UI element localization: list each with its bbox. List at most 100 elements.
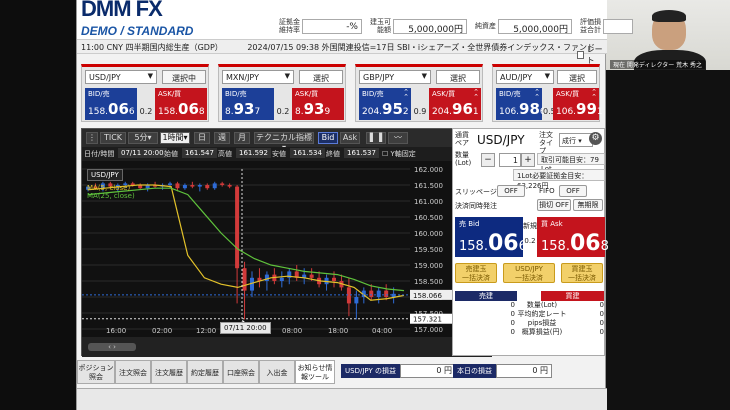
pair-select-value: AUD/JPY xyxy=(500,73,533,82)
fifo-toggle[interactable]: OFF xyxy=(559,185,587,197)
ask-label: 買 Ask xyxy=(541,220,563,228)
today-pl: 本日の損益 0 円 xyxy=(453,364,552,378)
bottom-strip xyxy=(77,388,607,410)
close-buy-button[interactable]: 買建玉 一括決済 xyxy=(561,263,603,283)
tab-positions[interactable]: ポジション照会 xyxy=(77,360,115,384)
week-button[interactable]: 週 xyxy=(214,132,230,144)
select-pair-button[interactable]: 選択中 xyxy=(162,70,206,84)
candle-body xyxy=(175,183,180,189)
checkbox-box[interactable] xyxy=(577,51,584,59)
up-arrows-icon: ⌃ ⌃ xyxy=(473,88,479,101)
bid-toggle[interactable]: Bid xyxy=(318,132,338,144)
close-sell-button[interactable]: 売建玉 一括決済 xyxy=(455,263,497,283)
chart-legend: USD/JPY MA(5, close) MA(25, close) xyxy=(87,169,135,200)
left-black-area xyxy=(0,0,76,410)
up-arrows-icon: ⌃ ⌃ xyxy=(534,88,540,101)
news-ticker[interactable]: 11:00 CNY 四半期国内総生産（GDP） 2024/07/15 09:38… xyxy=(77,40,607,54)
ask-button[interactable]: ASK/買 8.939 xyxy=(292,88,344,120)
ask-button[interactable]: ASK/買 204.961 ⌃ ⌃ xyxy=(429,88,481,120)
line-chart-icon[interactable]: 〰 xyxy=(388,132,408,144)
price-big: 95 xyxy=(382,100,403,118)
chart-scroll-row: ‹ › ⇥ xyxy=(82,337,492,357)
ask-label: ASK/買 xyxy=(295,90,319,98)
stat-available: 建玉可能額 5,000,000円 xyxy=(365,18,467,35)
select-pair-button[interactable]: 選択 xyxy=(299,70,343,84)
expiry-toggle[interactable]: 無期限 xyxy=(573,199,603,211)
ask-toggle[interactable]: Ask xyxy=(340,132,360,144)
qty-label: 数量(Lot) xyxy=(455,151,472,167)
stoploss-toggle[interactable]: 損切 OFF xyxy=(537,199,571,211)
bid-button[interactable]: BID/売 8.937 xyxy=(222,88,274,120)
close-all-button[interactable]: USD/JPY 一括決済 xyxy=(503,263,555,283)
ask-button[interactable]: ASK/買 158.068 xyxy=(155,88,207,120)
bid-button[interactable]: BID/売 204.952 ⌃ ⌃ xyxy=(359,88,411,120)
pair-select[interactable]: AUD/JPY ▼ xyxy=(496,70,554,84)
yaxis-fix-checkbox[interactable]: ☐ Y軸固定 xyxy=(382,149,416,159)
period-select[interactable]: 1時間▾ xyxy=(160,132,190,144)
technical-select[interactable]: テクニカル指標▾ xyxy=(254,132,314,152)
candle-body xyxy=(190,185,195,187)
ticker-item[interactable]: 2024/07/15 09:38 外国関連投信=17日 SBI・iシェアーズ・全… xyxy=(247,43,595,52)
ask-price: 158.068 xyxy=(537,231,609,256)
spread: 0.9 xyxy=(413,107,427,116)
qty-input[interactable]: 1 xyxy=(499,153,521,167)
pair-select-value: GBP/JPY xyxy=(363,73,395,82)
stat-unrealized: 評価損益合計 xyxy=(575,18,633,34)
slippage-toggle[interactable]: OFF xyxy=(497,185,525,197)
bid-button[interactable]: BID/売 158.066 xyxy=(85,88,137,120)
order-type-select[interactable]: 成行 ▾ xyxy=(559,133,593,147)
price-small: 6 xyxy=(128,107,135,117)
row-label: 概算損益(円) xyxy=(521,328,563,336)
sell-bid-button[interactable]: 売 Bid 158.066 xyxy=(455,217,527,257)
technical-value: テクニカル指標 xyxy=(256,133,312,142)
candlestick-icon[interactable]: ▌▐ xyxy=(366,132,386,144)
price-big: 96 xyxy=(452,100,473,118)
sell-cell: 0 xyxy=(510,319,515,327)
qty-minus-button[interactable]: − xyxy=(481,153,495,167)
qty-plus-button[interactable]: + xyxy=(521,153,535,167)
price-main: 204. xyxy=(432,107,453,117)
pair-select[interactable]: MXN/JPY ▼ xyxy=(222,70,294,84)
y-tick-label: 157.000 xyxy=(414,326,443,334)
bid-button[interactable]: BID/売 106.986 ⌃ ⌃ xyxy=(496,88,546,120)
gear-icon[interactable]: ⚙ xyxy=(589,132,602,145)
tab-account[interactable]: 口座照会 xyxy=(223,360,259,384)
open-value: 161.547 xyxy=(182,148,217,158)
panel-gbpjpy: GBP/JPY ▼ 選択 BID/売 204.952 ⌃ ⌃ 0.9 ASK/買 204.… xyxy=(355,64,483,122)
ticker-item[interactable]: 11:00 CNY 四半期国内総生産（GDP） xyxy=(81,43,223,52)
price-chart[interactable]: 162.000 161.500 161.000 160.500 160.000 159.5… xyxy=(82,161,452,337)
chevron-down-icon: ▼ xyxy=(544,72,550,80)
bid-price: 8.937 xyxy=(222,100,274,118)
sell-header: 売建 xyxy=(455,291,517,301)
close-label: 終値 xyxy=(326,150,340,158)
tab-order-history[interactable]: 注文履歴 xyxy=(151,360,187,384)
panel-mxnjpy: MXN/JPY ▼ 選択 BID/売 8.937 0.2 ASK/買 8.939 xyxy=(218,64,346,122)
drag-handle-icon[interactable]: ⋮ xyxy=(86,132,98,144)
pair-select[interactable]: GBP/JPY ▼ xyxy=(359,70,431,84)
order-type-value: 成行 xyxy=(562,137,576,145)
stat-net-assets: 純資産 5,000,000円 xyxy=(470,18,572,35)
tab-news[interactable]: お知らせ情報ツール xyxy=(295,360,335,384)
price-main: 106. xyxy=(556,107,577,117)
high-value: 161.592 xyxy=(236,148,271,158)
bid-price: 106.986 xyxy=(496,100,546,118)
select-pair-button[interactable]: 選択 xyxy=(436,70,480,84)
pair-select[interactable]: USD/JPY ▼ xyxy=(85,70,157,84)
datetime-value: 07/11 20:00 xyxy=(118,148,167,158)
buy-header: 買建 xyxy=(541,291,604,301)
tab-execution-history[interactable]: 約定履歴 xyxy=(187,360,223,384)
interval-select[interactable]: 5分▾ xyxy=(128,132,158,144)
buy-ask-button[interactable]: 買 Ask 158.068 xyxy=(537,217,609,257)
tab-deposit[interactable]: 入出金 xyxy=(259,360,295,384)
day-button[interactable]: 日 xyxy=(194,132,210,144)
rate-checkbox[interactable]: レート xyxy=(577,44,605,66)
month-button[interactable]: 月 xyxy=(234,132,250,144)
select-pair-button[interactable]: 選択 xyxy=(557,70,597,84)
high-label: 高値 xyxy=(218,150,232,158)
tick-button[interactable]: TICK xyxy=(100,132,126,144)
stat-label: 純資産 xyxy=(475,22,496,30)
chart-scrollbar[interactable]: ‹ › xyxy=(88,343,136,351)
tab-orders[interactable]: 注文照会 xyxy=(115,360,151,384)
x-tick-label: 08:00 xyxy=(282,327,302,335)
ask-button[interactable]: ASK/買 106.991 ⌃ ⌃ xyxy=(553,88,603,120)
